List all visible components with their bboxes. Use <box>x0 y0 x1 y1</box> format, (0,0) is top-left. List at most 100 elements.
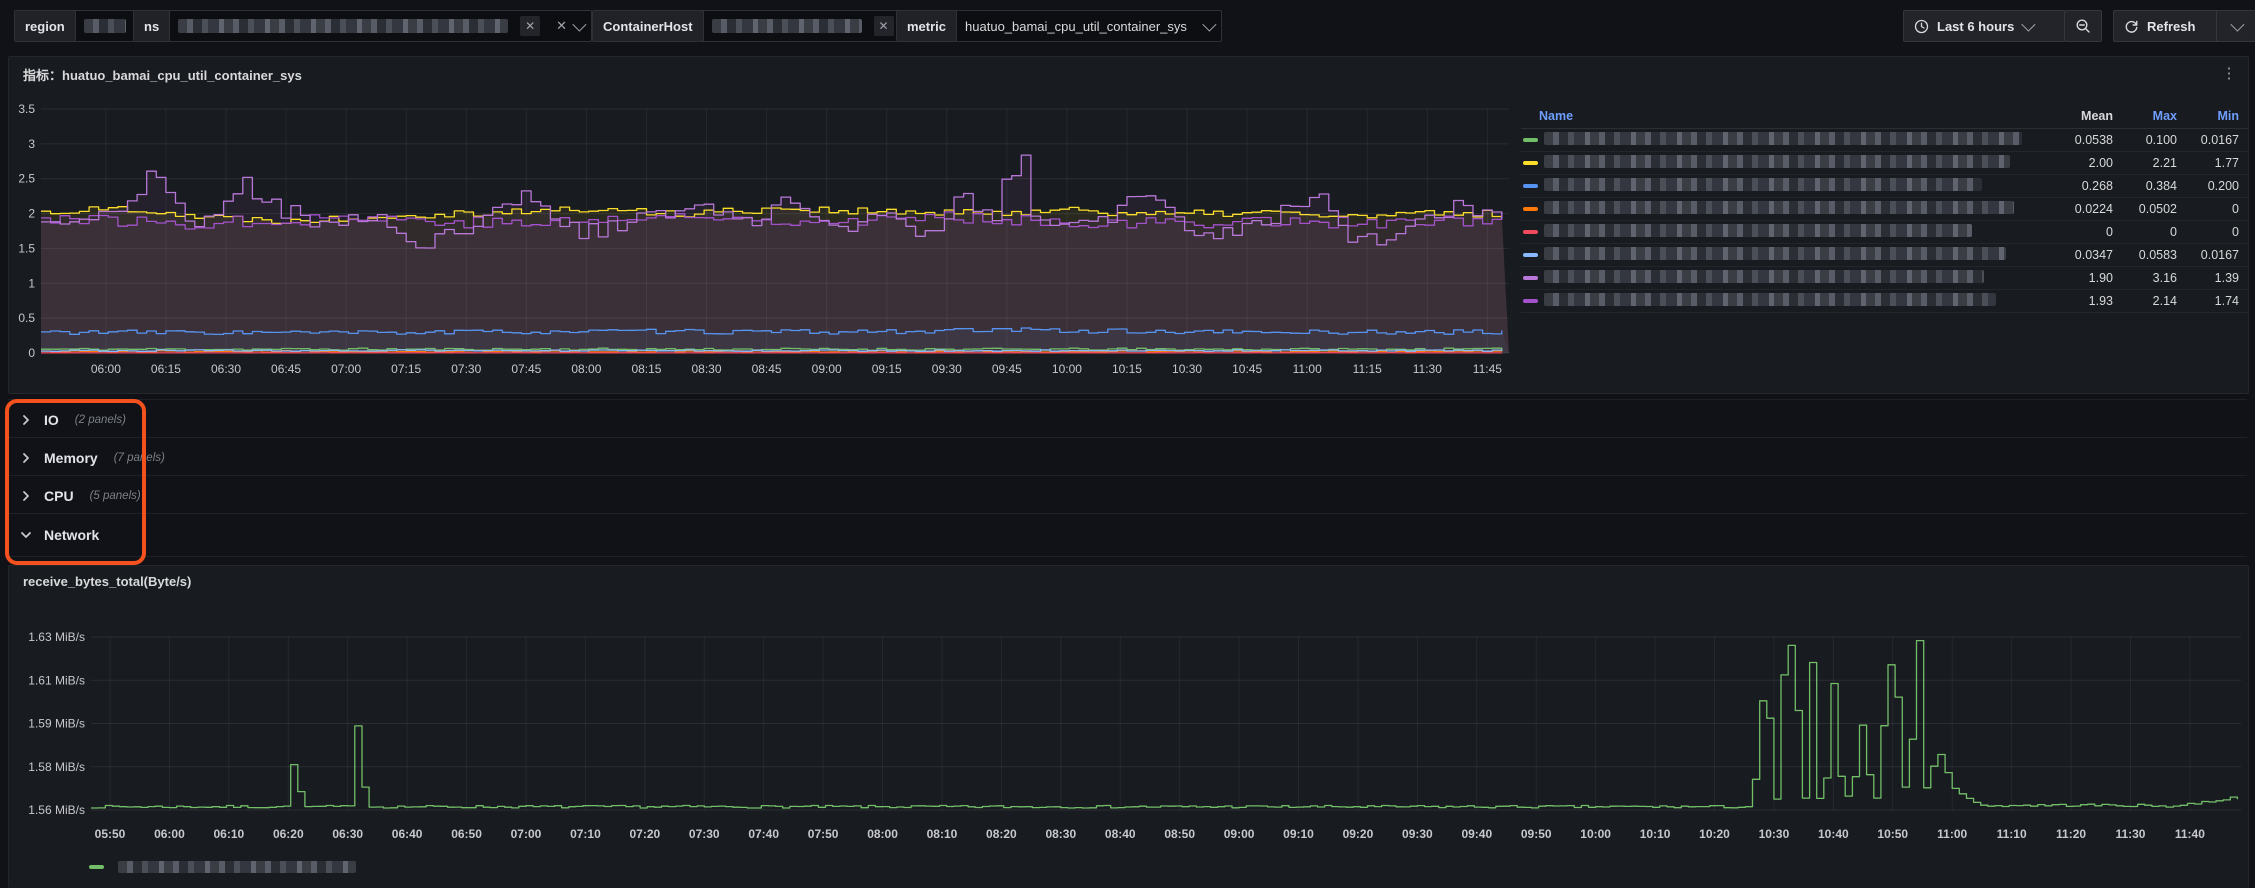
svg-text:10:00: 10:00 <box>1052 362 1082 376</box>
refresh-interval-dropdown[interactable] <box>2216 10 2255 42</box>
filter-ns[interactable]: ns ✕ ✕ <box>133 10 592 42</box>
svg-text:06:00: 06:00 <box>91 362 121 376</box>
svg-text:10:50: 10:50 <box>1877 827 1908 841</box>
legend-row[interactable]: 0.02240.05020 <box>1521 198 2249 221</box>
svg-text:11:00: 11:00 <box>1937 827 1967 841</box>
row-io[interactable]: IO (2 panels) <box>8 399 2247 440</box>
legend-min-value: 0.200 <box>2177 179 2239 193</box>
filter-region-value-redacted <box>84 19 126 33</box>
svg-text:06:10: 06:10 <box>214 827 245 841</box>
panel-title[interactable]: 指标：huatuo_bamai_cpu_util_container_sys <box>23 65 302 84</box>
legend-header-max[interactable]: Max <box>2113 109 2177 123</box>
legend-header-mean[interactable]: Mean <box>2043 109 2113 123</box>
filter-metric[interactable]: metric huatuo_bamai_cpu_util_container_s… <box>896 10 1222 42</box>
svg-text:09:50: 09:50 <box>1521 827 1552 841</box>
chevron-down-icon <box>20 529 32 541</box>
svg-text:07:00: 07:00 <box>331 362 361 376</box>
grid <box>91 637 2241 810</box>
svg-text:11:10: 11:10 <box>1997 827 2027 841</box>
legend-row[interactable]: 1.903.161.39 <box>1521 267 2249 290</box>
legend-header-min[interactable]: Min <box>2177 109 2239 123</box>
legend-max-value: 2.21 <box>2113 156 2177 170</box>
time-range-picker[interactable]: Last 6 hours <box>1903 10 2065 42</box>
legend-row[interactable]: 0.03470.05830.0167 <box>1521 244 2249 267</box>
row-cpu[interactable]: CPU (5 panels) <box>8 475 2247 516</box>
row-network[interactable]: Network <box>8 513 2247 557</box>
svg-text:05:50: 05:50 <box>95 827 126 841</box>
filter-containerhost-label: ContainerHost <box>593 11 704 41</box>
legend-item[interactable] <box>89 861 356 873</box>
svg-text:06:50: 06:50 <box>451 827 482 841</box>
filter-containerhost-value-redacted <box>712 19 862 33</box>
remove-value-icon[interactable]: ✕ <box>520 16 540 36</box>
series-color-dash <box>1523 299 1538 303</box>
series-color-dash <box>1523 253 1538 257</box>
svg-text:06:40: 06:40 <box>392 827 423 841</box>
svg-text:07:30: 07:30 <box>689 827 720 841</box>
legend-max-value: 3.16 <box>2113 271 2177 285</box>
refresh-label: Refresh <box>2147 19 2195 34</box>
svg-text:11:00: 11:00 <box>1293 362 1322 376</box>
svg-text:09:40: 09:40 <box>1461 827 1492 841</box>
dashboard-toolbar: region ns ✕ ✕ ContainerHost ✕ ✕ metric h… <box>0 0 2255 48</box>
chevron-down-icon <box>2230 18 2244 32</box>
svg-text:10:20: 10:20 <box>1699 827 1730 841</box>
svg-text:3.5: 3.5 <box>18 102 35 116</box>
zoom-out-button[interactable] <box>2064 10 2102 42</box>
legend-row[interactable]: 000 <box>1521 221 2249 244</box>
svg-text:1.56 MiB/s: 1.56 MiB/s <box>28 803 85 817</box>
timeseries-chart[interactable]: 1.63 MiB/s1.61 MiB/s1.59 MiB/s1.58 MiB/s… <box>9 608 2248 858</box>
panel-title[interactable]: receive_bytes_total(Byte/s) <box>23 574 191 589</box>
row-label: IO <box>44 412 59 428</box>
filter-ns-value-redacted <box>178 19 508 33</box>
legend-row[interactable]: 0.2680.3840.200 <box>1521 175 2249 198</box>
svg-text:07:15: 07:15 <box>391 362 421 376</box>
chevron-right-icon <box>20 452 32 464</box>
legend-min-value: 0.0167 <box>2177 133 2239 147</box>
svg-text:0: 0 <box>28 346 35 360</box>
svg-text:09:45: 09:45 <box>992 362 1022 376</box>
filter-region-label: region <box>15 11 76 41</box>
svg-text:08:15: 08:15 <box>631 362 661 376</box>
legend-mean-value: 0.268 <box>2043 179 2113 193</box>
remove-value-icon[interactable]: ✕ <box>874 16 894 36</box>
timeseries-chart[interactable]: 3.532.521.510.5006:0006:1506:3006:4507:0… <box>9 101 1519 391</box>
legend-min-value: 1.74 <box>2177 294 2239 308</box>
svg-text:07:00: 07:00 <box>511 827 542 841</box>
chevron-right-icon <box>20 490 32 502</box>
svg-text:08:20: 08:20 <box>986 827 1017 841</box>
panel-menu-icon[interactable]: ⋮ <box>2218 63 2240 85</box>
legend-min-value: 0.0167 <box>2177 248 2239 262</box>
clock-icon <box>1914 19 1929 34</box>
legend-min-value: 1.77 <box>2177 156 2239 170</box>
svg-text:08:00: 08:00 <box>867 827 898 841</box>
svg-text:09:10: 09:10 <box>1283 827 1314 841</box>
legend-header-name[interactable]: Name <box>1539 109 2043 123</box>
svg-text:10:00: 10:00 <box>1580 827 1611 841</box>
svg-text:2.5: 2.5 <box>18 172 35 186</box>
svg-text:1.59 MiB/s: 1.59 MiB/s <box>28 717 85 731</box>
legend-row[interactable]: 1.932.141.74 <box>1521 290 2249 313</box>
filter-containerhost[interactable]: ContainerHost ✕ ✕ <box>592 10 945 42</box>
svg-text:08:30: 08:30 <box>692 362 722 376</box>
legend-row[interactable]: 2.002.211.77 <box>1521 152 2249 175</box>
series-name-redacted <box>1544 132 2043 148</box>
row-panel-count: (5 panels) <box>90 490 141 502</box>
svg-text:06:30: 06:30 <box>332 827 363 841</box>
legend-mean-value: 1.93 <box>2043 294 2113 308</box>
svg-text:07:30: 07:30 <box>451 362 481 376</box>
svg-text:09:15: 09:15 <box>872 362 902 376</box>
row-memory[interactable]: Memory (7 panels) <box>8 437 2247 478</box>
clear-all-icon[interactable]: ✕ <box>556 18 567 34</box>
svg-text:09:00: 09:00 <box>1224 827 1255 841</box>
svg-text:08:45: 08:45 <box>752 362 782 376</box>
row-label: Memory <box>44 450 98 466</box>
legend-row[interactable]: 0.05380.1000.0167 <box>1521 129 2249 152</box>
panel-metric-chart: 指标：huatuo_bamai_cpu_util_container_sys ⋮… <box>8 56 2249 394</box>
series-line <box>91 641 2237 808</box>
series-color-dash <box>1523 230 1538 234</box>
svg-text:10:45: 10:45 <box>1232 362 1262 376</box>
svg-text:10:40: 10:40 <box>1818 827 1849 841</box>
svg-text:06:30: 06:30 <box>211 362 241 376</box>
svg-text:09:30: 09:30 <box>1402 827 1433 841</box>
